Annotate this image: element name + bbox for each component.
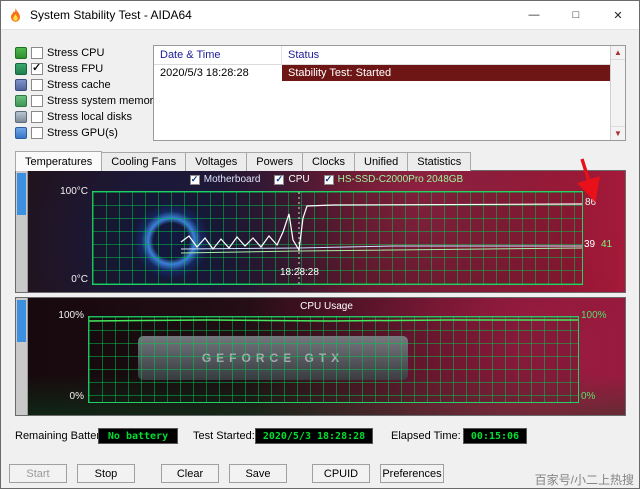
stress-cpu-label: Stress CPU	[47, 47, 105, 59]
log-row[interactable]: 2020/5/3 18:28:28 Stability Test: Starte…	[154, 65, 611, 81]
stress-option-gpu[interactable]: Stress GPU(s)	[15, 125, 155, 141]
temp-value-motherboard: 41	[601, 239, 613, 250]
usage-value-0: 0%	[581, 391, 596, 402]
log-scrollbar[interactable]	[610, 46, 625, 140]
event-log: Date & Time Status 2020/5/3 18:28:28 Sta…	[153, 45, 626, 141]
legend-ssd-label: HS-SSD-C2000Pro 2048GB	[337, 174, 464, 185]
memory-icon	[15, 95, 27, 107]
tab-powers[interactable]: Powers	[246, 152, 303, 171]
tab-temperatures[interactable]: Temperatures	[15, 151, 103, 171]
stress-memory-checkbox[interactable]	[31, 95, 43, 107]
window-controls: — □ ✕	[513, 1, 639, 29]
stress-option-memory[interactable]: Stress system memory	[15, 93, 159, 109]
close-button[interactable]: ✕	[597, 1, 639, 29]
temp-traces	[180, 192, 582, 284]
save-button[interactable]: Save	[229, 464, 287, 483]
temp-axis-0: 0°C	[71, 274, 88, 285]
stress-gpu-checkbox[interactable]	[31, 127, 43, 139]
temp-graph-legend: Motherboard CPU HS-SSD-C2000Pro 2048GB	[28, 174, 625, 185]
cpu-usage-title: CPU Usage	[300, 301, 353, 312]
scroll-up-icon[interactable]	[611, 46, 625, 60]
usage-trace	[89, 319, 578, 322]
log-column-status[interactable]: Status	[282, 46, 611, 64]
log-cell-datetime: 2020/5/3 18:28:28	[160, 67, 249, 79]
status-bar: Remaining Battery: No battery Test Start…	[1, 428, 639, 446]
stress-disks-label: Stress local disks	[47, 111, 132, 123]
stress-options-panel: Stress CPU Stress FPU Stress cache Stres…	[15, 45, 159, 141]
temp-graph-scroll-thumb[interactable]	[17, 173, 26, 215]
log-column-datetime[interactable]: Date & Time	[154, 46, 282, 64]
legend-motherboard-checkbox[interactable]	[189, 174, 200, 185]
titlebar: System Stability Test - AIDA64 — □ ✕	[1, 1, 639, 30]
gpu-icon	[15, 127, 27, 139]
time-marker-label: 18:28:28	[280, 267, 319, 278]
stress-option-cpu[interactable]: Stress CPU	[15, 45, 155, 61]
legend-ssd[interactable]: HS-SSD-C2000Pro 2048GB	[323, 174, 464, 185]
tab-statistics[interactable]: Statistics	[407, 152, 472, 171]
usage-axis-0: 0%	[69, 391, 84, 402]
clear-button[interactable]: Clear	[161, 464, 219, 483]
usage-graph-scrollbar[interactable]	[16, 298, 28, 415]
stress-option-fpu[interactable]: Stress FPU	[15, 61, 155, 77]
watermark: 百家号/小二上热搜	[534, 473, 634, 487]
temp-graph-scrollbar[interactable]	[16, 171, 28, 292]
cpuid-button[interactable]: CPUID	[312, 464, 370, 483]
tab-voltages[interactable]: Voltages	[185, 152, 248, 171]
legend-cpu-label: CPU	[288, 174, 310, 185]
scroll-down-icon[interactable]	[611, 126, 625, 140]
usage-graph-body: CPU Usage GEFORCE GTX 100% 0% 100% 0%	[28, 298, 625, 415]
stress-memory-label: Stress system memory	[47, 95, 159, 107]
annotation-arrow-icon	[577, 158, 600, 203]
stress-fpu-label: Stress FPU	[47, 63, 104, 75]
window-title: System Stability Test - AIDA64	[30, 8, 192, 22]
stress-cache-label: Stress cache	[47, 79, 111, 91]
preferences-button[interactable]: Preferences	[380, 464, 444, 483]
legend-cpu[interactable]: CPU	[274, 174, 310, 185]
log-header: Date & Time Status	[154, 46, 611, 65]
temp-axis-100: 100°C	[60, 186, 88, 197]
legend-motherboard-label: Motherboard	[203, 174, 261, 185]
maximize-button[interactable]: □	[555, 1, 597, 29]
stop-button[interactable]: Stop	[77, 464, 135, 483]
temperature-graph-panel: Motherboard CPU HS-SSD-C2000Pro 2048GB 1…	[15, 170, 626, 293]
stress-gpu-label: Stress GPU(s)	[47, 127, 118, 139]
stress-option-cache[interactable]: Stress cache	[15, 77, 155, 93]
temp-value-ssd: 39	[584, 239, 596, 250]
usage-graph-scroll-thumb[interactable]	[17, 300, 26, 342]
cpu-icon	[15, 47, 27, 59]
elapsed-time-value: 00:15:06	[463, 428, 527, 444]
fpu-icon	[15, 63, 27, 75]
battery-label: Remaining Battery:	[15, 430, 109, 442]
graph-tabs: Temperatures Cooling Fans Voltages Power…	[15, 150, 472, 171]
minimize-button[interactable]: —	[513, 1, 555, 29]
stress-fpu-checkbox[interactable]	[31, 61, 43, 75]
disk-icon	[15, 111, 27, 123]
tab-cooling-fans[interactable]: Cooling Fans	[101, 152, 187, 171]
test-started-label: Test Started:	[193, 430, 255, 442]
temp-plot-area	[92, 191, 583, 285]
stress-option-disks[interactable]: Stress local disks	[15, 109, 155, 125]
legend-ssd-checkbox[interactable]	[323, 174, 334, 185]
app-window: System Stability Test - AIDA64 — □ ✕ Str…	[0, 0, 640, 489]
cpu-usage-graph-panel: CPU Usage GEFORCE GTX 100% 0% 100% 0%	[15, 297, 626, 416]
stress-cpu-checkbox[interactable]	[31, 47, 43, 59]
battery-value: No battery	[98, 428, 178, 444]
tab-clocks[interactable]: Clocks	[301, 152, 355, 171]
temp-graph-body: Motherboard CPU HS-SSD-C2000Pro 2048GB 1…	[28, 171, 625, 292]
elapsed-time-label: Elapsed Time:	[391, 430, 461, 442]
usage-plot-area	[88, 316, 579, 403]
test-started-value: 2020/5/3 18:28:28	[255, 428, 373, 444]
cache-icon	[15, 79, 27, 91]
start-button[interactable]: Start	[9, 464, 67, 483]
log-cell-status: Stability Test: Started	[282, 65, 611, 81]
legend-cpu-checkbox[interactable]	[274, 174, 285, 185]
legend-motherboard[interactable]: Motherboard	[189, 174, 261, 185]
tab-unified[interactable]: Unified	[354, 152, 409, 171]
stress-cache-checkbox[interactable]	[31, 79, 43, 91]
app-flame-icon	[9, 7, 23, 23]
stress-disks-checkbox[interactable]	[31, 111, 43, 123]
